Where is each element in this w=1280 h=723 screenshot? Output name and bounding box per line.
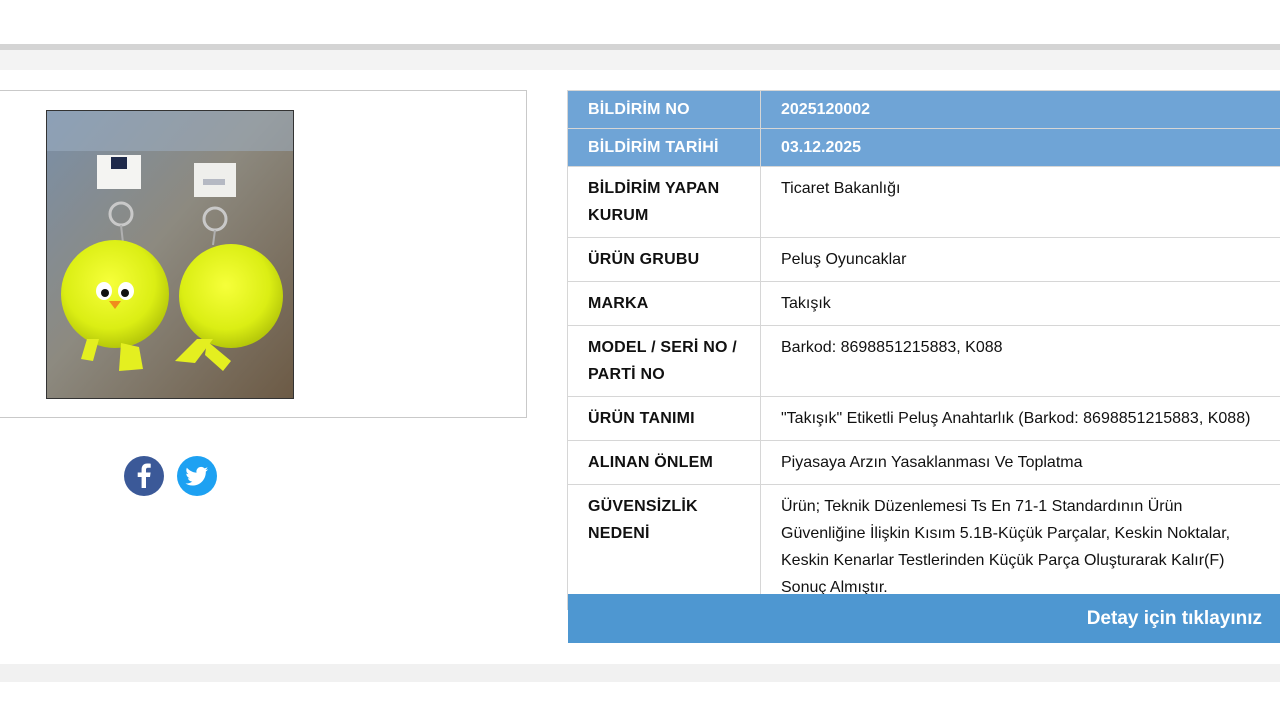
row-label: MARKA xyxy=(567,281,761,326)
row-value: 03.12.2025 xyxy=(760,128,1280,167)
bottom-divider xyxy=(0,664,1280,682)
table-row: ALINAN ÖNLEM Piyasaya Arzın Yasaklanması… xyxy=(567,440,1280,485)
row-value: Takışık xyxy=(760,281,1280,326)
row-value: "Takışık" Etiketli Peluş Anahtarlık (Bar… xyxy=(760,396,1280,441)
detail-link-button[interactable]: Detay için tıklayınız xyxy=(568,594,1280,643)
facebook-share-button[interactable] xyxy=(124,456,164,496)
row-label: MODEL / SERİ NO / PARTİ NO xyxy=(567,325,761,397)
table-row: BİLDİRİM NO 2025120002 xyxy=(567,90,1280,129)
table-row: BİLDİRİM YAPAN KURUM Ticaret Bakanlığı xyxy=(567,166,1280,238)
twitter-icon xyxy=(185,466,208,486)
facebook-icon xyxy=(137,463,151,488)
row-label: BİLDİRİM TARİHİ xyxy=(567,128,761,167)
row-label: ÜRÜN GRUBU xyxy=(567,237,761,282)
table-row: MODEL / SERİ NO / PARTİ NO Barkod: 86988… xyxy=(567,325,1280,397)
row-label: BİLDİRİM NO xyxy=(567,90,761,129)
row-value: 2025120002 xyxy=(760,90,1280,129)
table-row: GÜVENSİZLİK NEDENİ Ürün; Teknik Düzenlem… xyxy=(567,484,1280,610)
notification-details-table: BİLDİRİM NO 2025120002 BİLDİRİM TARİHİ 0… xyxy=(567,90,1280,610)
row-label: ALINAN ÖNLEM xyxy=(567,440,761,485)
row-label: GÜVENSİZLİK NEDENİ xyxy=(567,484,761,610)
product-photo-illustration xyxy=(47,111,293,398)
row-value: Peluş Oyuncaklar xyxy=(760,237,1280,282)
row-label: ÜRÜN TANIMI xyxy=(567,396,761,441)
row-value: Barkod: 8698851215883, K088 xyxy=(760,325,1280,397)
table-row: MARKA Takışık xyxy=(567,281,1280,326)
table-row: ÜRÜN GRUBU Peluş Oyuncaklar xyxy=(567,237,1280,282)
twitter-share-button[interactable] xyxy=(177,456,217,496)
top-bar xyxy=(0,0,1280,44)
row-value: Ürün; Teknik Düzenlemesi Ts En 71-1 Stan… xyxy=(760,484,1280,610)
table-row: ÜRÜN TANIMI "Takışık" Etiketli Peluş Ana… xyxy=(567,396,1280,441)
product-photo[interactable] xyxy=(46,110,294,399)
table-row: BİLDİRİM TARİHİ 03.12.2025 xyxy=(567,128,1280,167)
row-label: BİLDİRİM YAPAN KURUM xyxy=(567,166,761,238)
row-value: Piyasaya Arzın Yasaklanması Ve Toplatma xyxy=(760,440,1280,485)
row-value: Ticaret Bakanlığı xyxy=(760,166,1280,238)
top-spacer xyxy=(0,50,1280,70)
